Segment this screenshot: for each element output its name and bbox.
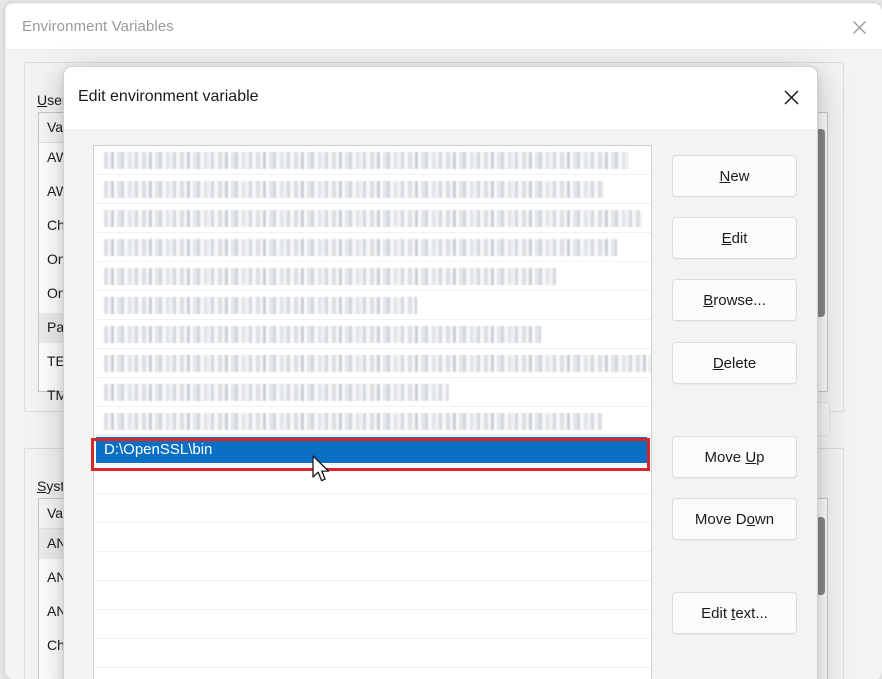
list-item[interactable] [94, 204, 651, 233]
list-item-empty[interactable] [94, 581, 651, 610]
list-item[interactable] [94, 146, 651, 175]
list-item[interactable] [94, 378, 651, 407]
move-up-button[interactable]: Move Up [672, 436, 797, 478]
list-item-empty[interactable] [94, 639, 651, 668]
path-entry-list[interactable]: D:\OpenSSL\bin [93, 145, 652, 679]
close-icon [852, 21, 866, 34]
accel-d: D [712, 354, 724, 372]
edit-environment-variable-dialog: Edit environment variable D:\OpenSSL\bin… [63, 66, 818, 679]
accel-n: N [719, 167, 731, 185]
dialog-close-button[interactable] [763, 67, 817, 128]
accel-u: U [745, 448, 757, 466]
redacted-path-text [104, 413, 602, 430]
redacted-path-text [104, 181, 604, 198]
delete-button-label: Delete [712, 354, 757, 372]
move-down-button-label: Move Down [694, 510, 775, 528]
move-up-button-label: Move Up [704, 448, 765, 466]
environment-variables-title: Environment Variables [22, 18, 174, 35]
screen-root: Environment Variables User Var AW AW Ch … [0, 0, 882, 679]
list-item-empty[interactable] [94, 465, 651, 494]
redacted-path-text [104, 239, 617, 256]
redacted-path-text [104, 210, 642, 227]
environment-variables-titlebar: Environment Variables [6, 4, 882, 50]
list-item-empty[interactable] [94, 523, 651, 552]
list-item[interactable] [94, 291, 651, 320]
close-icon [783, 90, 799, 105]
new-button[interactable]: New [672, 155, 797, 197]
list-item[interactable] [94, 349, 651, 378]
list-item-empty[interactable] [94, 610, 651, 639]
accel-o: o [746, 510, 755, 528]
redacted-path-text [104, 297, 417, 314]
environment-variables-close-button[interactable] [836, 5, 882, 50]
dialog-titlebar: Edit environment variable [64, 67, 817, 129]
list-item[interactable] [94, 407, 651, 436]
redacted-path-text [104, 152, 629, 169]
redacted-path-text [104, 355, 651, 372]
redacted-path-text [104, 384, 449, 401]
path-entry-list-inner: D:\OpenSSL\bin [94, 146, 651, 668]
list-item[interactable] [94, 262, 651, 291]
list-item-selected[interactable]: D:\OpenSSL\bin [94, 436, 651, 465]
delete-button[interactable]: Delete [672, 342, 797, 384]
list-item-empty[interactable] [94, 552, 651, 581]
accel-t: t [731, 604, 736, 622]
list-item[interactable] [94, 320, 651, 349]
redacted-path-text [104, 268, 556, 285]
dialog-body: D:\OpenSSL\bin New Edit Browse... Delete… [64, 129, 817, 679]
list-item-empty[interactable] [94, 494, 651, 523]
edit-text-button-label: Edit text... [701, 604, 768, 622]
move-down-button[interactable]: Move Down [672, 498, 797, 540]
list-item[interactable] [94, 175, 651, 204]
edit-button-label: Edit [721, 229, 748, 247]
list-item[interactable] [94, 233, 651, 262]
edit-button[interactable]: Edit [672, 217, 797, 259]
browse-button-label: Browse... [703, 291, 766, 309]
browse-button[interactable]: Browse... [672, 279, 797, 321]
redacted-path-text [104, 326, 541, 343]
dialog-title: Edit environment variable [78, 88, 259, 105]
edit-text-button[interactable]: Edit text... [672, 592, 797, 634]
accel-e: E [721, 229, 732, 247]
accel-b: B [703, 291, 714, 309]
selected-path-value: D:\OpenSSL\bin [104, 441, 213, 458]
new-button-label: New [719, 167, 750, 185]
